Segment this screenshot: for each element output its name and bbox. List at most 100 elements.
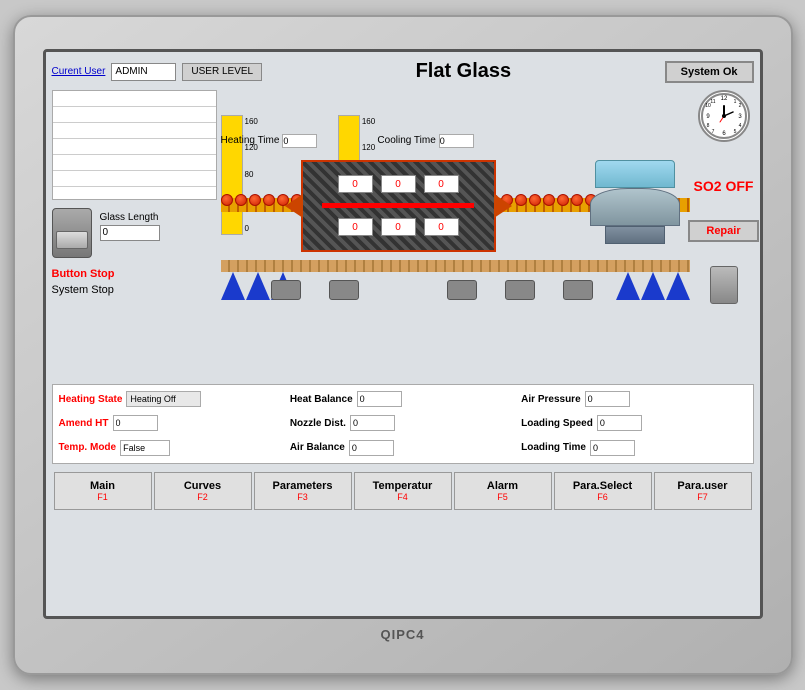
zone-row-top (338, 175, 459, 193)
temp-mode-label: Temp. Mode (59, 442, 117, 453)
nozzle-dist-label: Nozzle Dist. (290, 418, 346, 429)
fan-base (605, 226, 665, 244)
air-pressure-label: Air Pressure (521, 394, 580, 405)
fan-middle (590, 188, 680, 226)
heat-balance-item: Heat Balance (290, 389, 515, 410)
heating-state-label: Heating State (59, 394, 123, 405)
roller (543, 194, 555, 206)
air-balance-label: Air Balance (290, 442, 345, 453)
so2-status: SO2 OFF (694, 178, 754, 194)
clock-face: 12 3 6 9 1 2 4 5 7 8 10 11 (698, 90, 750, 142)
roller (557, 194, 569, 206)
roller (515, 194, 527, 206)
temp-mode-input[interactable] (120, 440, 170, 456)
svg-text:5: 5 (733, 129, 736, 135)
burners (271, 280, 593, 300)
amend-ht-label: Amend HT (59, 418, 109, 429)
nav-temperatur[interactable]: Temperatur F4 (354, 472, 452, 510)
amend-ht-input[interactable] (113, 415, 158, 431)
current-user-label[interactable]: Curent User (52, 66, 106, 77)
nav-parameters[interactable]: Parameters F3 (254, 472, 352, 510)
heat-balance-input[interactable] (357, 391, 402, 407)
heat-balance-label: Heat Balance (290, 394, 353, 405)
device-frame: Curent User USER LEVEL Flat Glass System… (13, 15, 793, 675)
top-bar: Curent User USER LEVEL Flat Glass System… (52, 58, 754, 86)
roller (235, 194, 247, 206)
right-panel: 12 3 6 9 1 2 4 5 7 8 10 11 (694, 90, 754, 380)
burner-machine (271, 280, 301, 300)
roller (249, 194, 261, 206)
amend-ht-item: Amend HT (59, 413, 284, 434)
nav-curves[interactable]: Curves F2 (154, 472, 252, 510)
left-panel: Glass Length Button Stop System Stop (52, 90, 217, 380)
nav-main[interactable]: Main F1 (54, 472, 152, 510)
screen-inner: Curent User USER LEVEL Flat Glass System… (46, 52, 760, 616)
nav-alarm[interactable]: Alarm F5 (454, 472, 552, 510)
repair-button[interactable]: Repair (688, 220, 758, 242)
zone-row-bottom (338, 218, 459, 236)
zone-input-bottom-center[interactable] (381, 218, 416, 236)
roller (221, 194, 233, 206)
heating-time-input[interactable] (282, 134, 317, 148)
brand-logo: QIPC4 (380, 627, 424, 642)
zone-input-bottom-right[interactable] (424, 218, 459, 236)
nav-para-select[interactable]: Para.Select F6 (554, 472, 652, 510)
air-pressure-item: Air Pressure (521, 389, 746, 410)
air-balance-input[interactable] (349, 440, 394, 456)
heating-zone (301, 160, 496, 252)
temp-mode-item: Temp. Mode (59, 437, 284, 458)
svg-text:4: 4 (738, 123, 741, 129)
roller (529, 194, 541, 206)
glass-length-input[interactable] (100, 225, 160, 241)
air-pressure-input[interactable] (585, 391, 630, 407)
svg-text:8: 8 (706, 123, 709, 129)
system-ok-button[interactable]: System Ok (665, 61, 754, 83)
status-bar: Heating State Heat Balance Air Pressure … (52, 384, 754, 464)
user-level-button[interactable]: USER LEVEL (182, 63, 262, 81)
burner-machine (329, 280, 359, 300)
roller (263, 194, 275, 206)
data-table (52, 90, 217, 200)
system-stop-label: System Stop (52, 284, 217, 296)
zone-input-top-right[interactable] (424, 175, 459, 193)
device-bottom: QIPC4 (380, 619, 424, 642)
nav-para-user[interactable]: Para.user F7 (654, 472, 752, 510)
zone-input-bottom-left[interactable] (338, 218, 373, 236)
furnace-area (221, 160, 690, 300)
svg-text:7: 7 (711, 129, 714, 135)
zone-input-top-left[interactable] (338, 175, 373, 193)
heating-state-input[interactable] (126, 391, 201, 407)
loading-speed-label: Loading Speed (521, 418, 593, 429)
button-stop-label: Button Stop (52, 268, 217, 280)
glass-length-section: Glass Length (100, 212, 160, 241)
blue-triangles-right (616, 272, 690, 300)
loading-time-item: Loading Time (521, 437, 746, 458)
center-panel: 16012080400 16012080400 (221, 90, 690, 380)
burner-machine (447, 280, 477, 300)
heating-time-label: Heating Time (221, 135, 280, 146)
toggle-switch-left[interactable] (52, 208, 92, 258)
svg-text:12: 12 (720, 96, 727, 102)
zone-separator (322, 203, 475, 208)
page-title: Flat Glass (268, 60, 659, 83)
loading-time-input[interactable] (590, 440, 635, 456)
user-input[interactable] (111, 63, 176, 81)
nozzle-dist-input[interactable] (350, 415, 395, 431)
loading-speed-input[interactable] (597, 415, 642, 431)
fan-top (595, 160, 675, 188)
bottom-conveyor (221, 260, 690, 272)
burner-machine (563, 280, 593, 300)
svg-text:2: 2 (738, 103, 741, 109)
loading-speed-item: Loading Speed (521, 413, 746, 434)
toggle-knob (56, 231, 88, 249)
nozzle-dist-item: Nozzle Dist. (290, 413, 515, 434)
cooling-time-input[interactable] (439, 134, 474, 148)
roller (571, 194, 583, 206)
loading-time-label: Loading Time (521, 442, 586, 453)
bottom-nav: Main F1 Curves F2 Parameters F3 Temperat… (52, 468, 754, 512)
screen: Curent User USER LEVEL Flat Glass System… (43, 49, 763, 619)
air-balance-item: Air Balance (290, 437, 515, 458)
zone-input-top-center[interactable] (381, 175, 416, 193)
cooling-time-label: Cooling Time (377, 135, 435, 146)
toggle-switch-right[interactable] (710, 266, 738, 304)
